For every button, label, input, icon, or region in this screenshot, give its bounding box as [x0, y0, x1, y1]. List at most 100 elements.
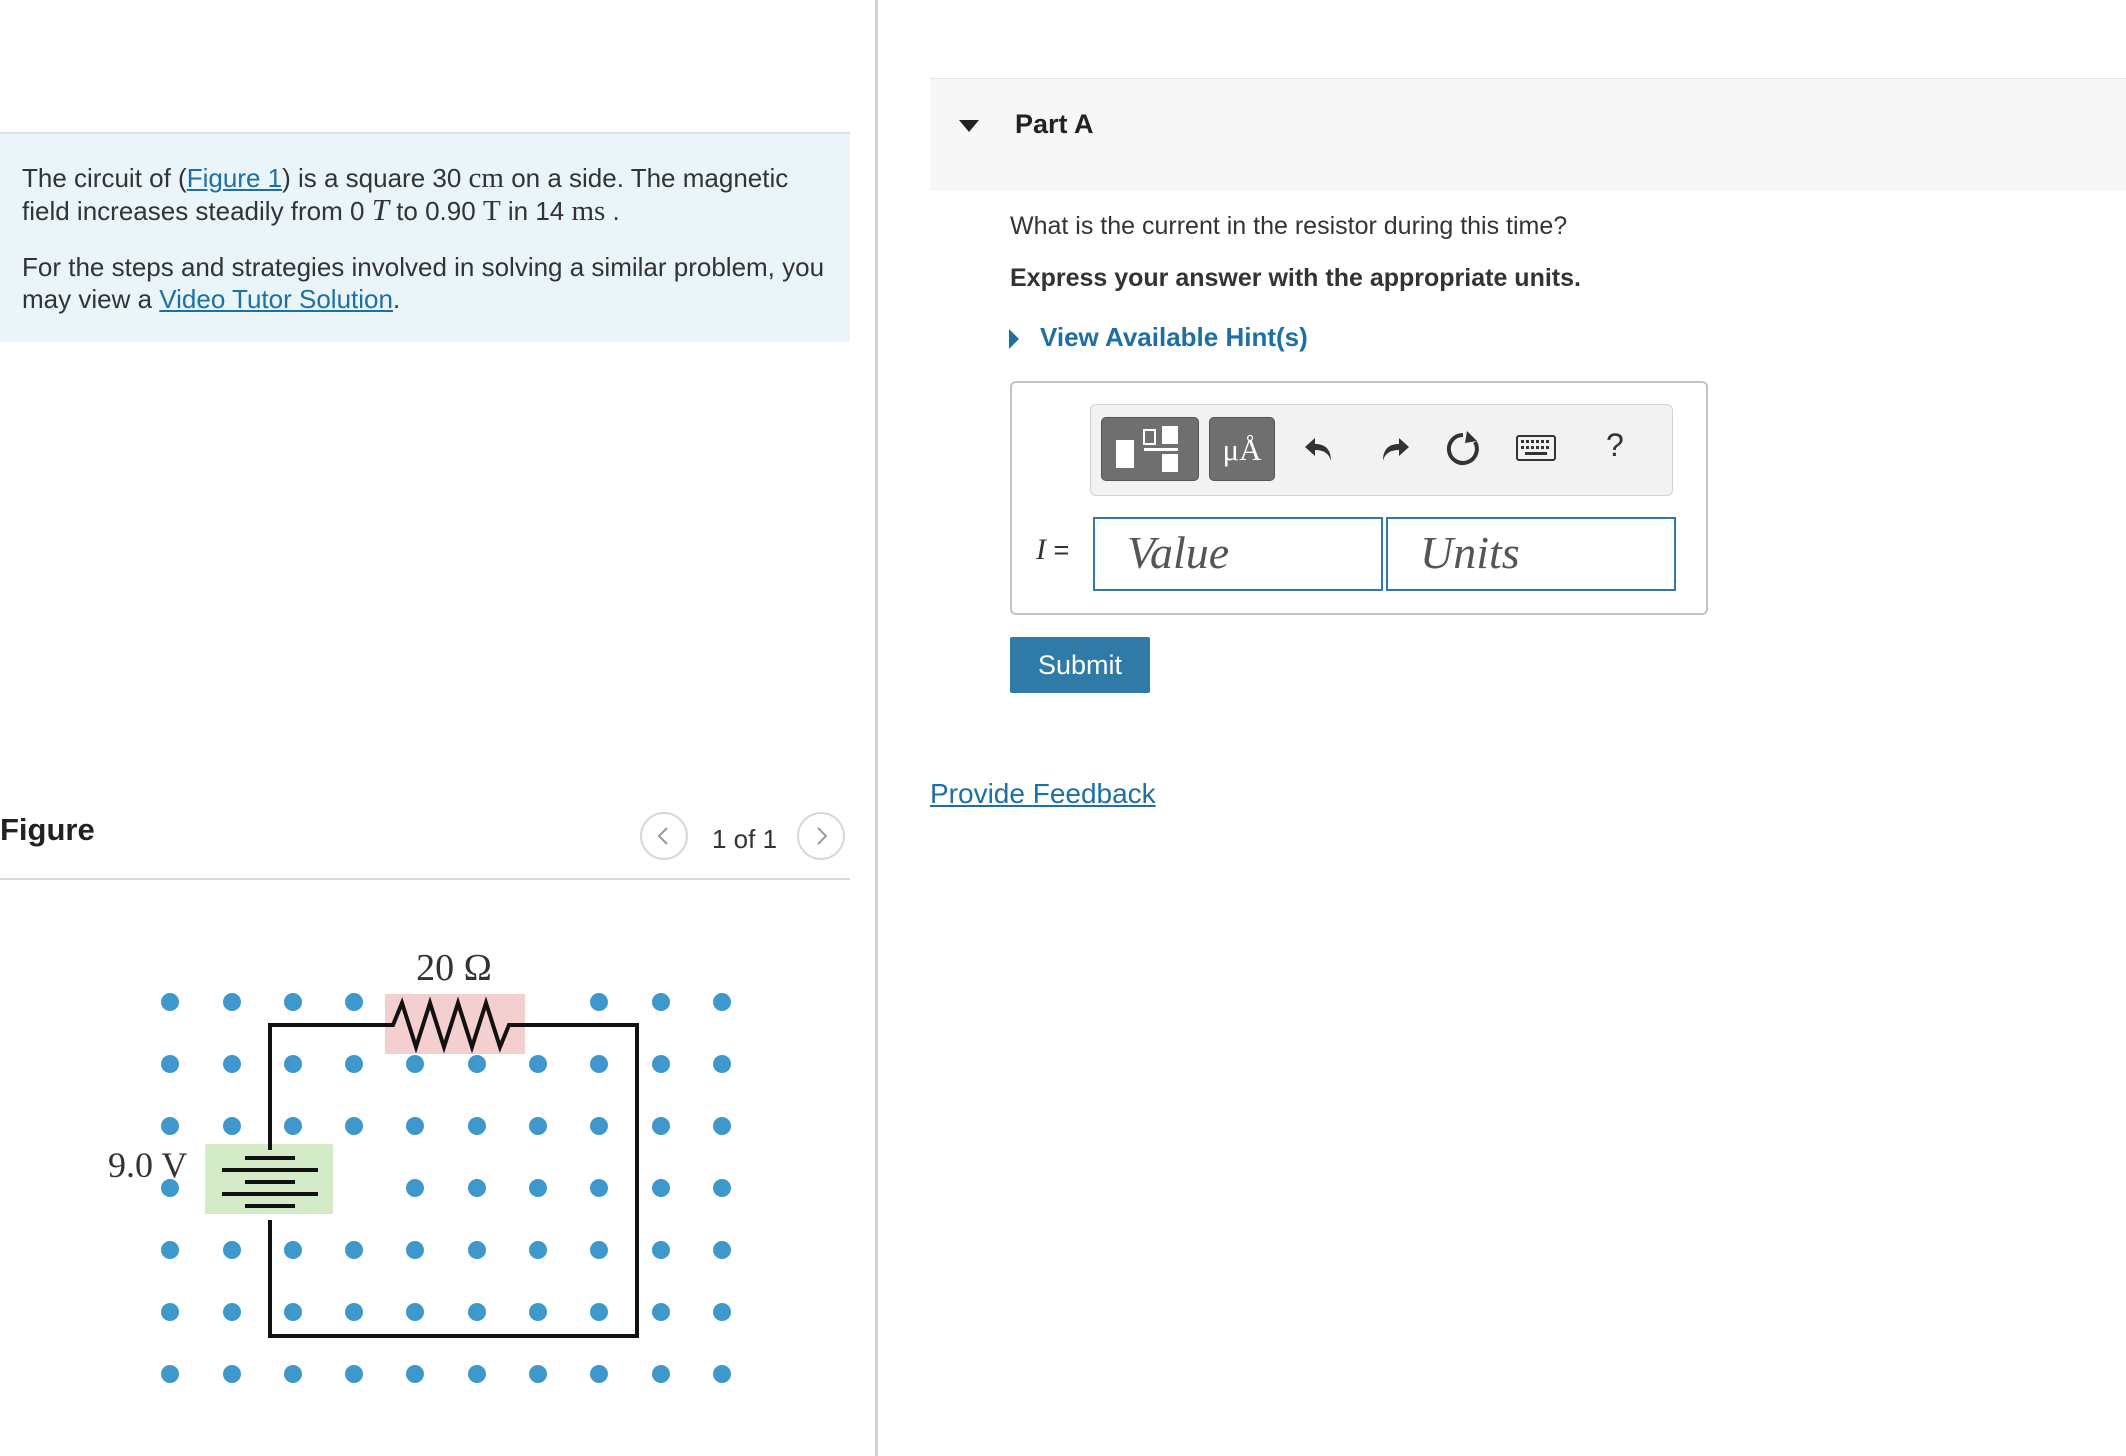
unit-tesla-italic: T	[371, 192, 389, 227]
field-dot	[284, 993, 302, 1011]
redo-icon[interactable]	[1373, 429, 1413, 469]
field-dot	[529, 1365, 547, 1383]
field-dot	[590, 1117, 608, 1135]
problem-paragraph-1: The circuit of (Figure 1) is a square 30…	[22, 162, 832, 227]
hint-label: View Available Hint(s)	[1040, 322, 1308, 352]
templates-button[interactable]	[1101, 417, 1199, 481]
field-dot	[468, 1303, 486, 1321]
field-dot	[284, 1055, 302, 1073]
field-dot	[345, 1117, 363, 1135]
battery-highlight	[205, 1144, 333, 1214]
field-dot	[652, 993, 670, 1011]
field-dot	[652, 1365, 670, 1383]
resistor-highlight	[385, 994, 525, 1054]
next-figure-button[interactable]	[797, 812, 845, 860]
problem-text-segment: For the steps and strategies involved in…	[22, 252, 825, 314]
field-dot	[652, 1055, 670, 1073]
field-dot	[223, 1365, 241, 1383]
panel-divider	[875, 0, 878, 1456]
part-title: Part A	[1015, 109, 1094, 139]
units-input[interactable]: Units	[1386, 517, 1676, 591]
field-dot	[590, 1365, 608, 1383]
field-dot	[284, 1365, 302, 1383]
problem-text-segment: to 0.90	[388, 196, 483, 226]
problem-text-segment: The circuit of (	[22, 163, 187, 193]
provide-feedback-link[interactable]: Provide Feedback	[930, 778, 1156, 810]
field-dot	[161, 993, 179, 1011]
field-dot	[406, 1303, 424, 1321]
field-dot	[713, 1055, 731, 1073]
video-tutor-link[interactable]: Video Tutor Solution	[159, 284, 393, 314]
caret-right-icon	[1009, 329, 1019, 350]
problem-text-segment: .	[605, 196, 620, 226]
field-dot	[529, 1117, 547, 1135]
field-dot	[713, 1117, 731, 1135]
undo-icon[interactable]	[1301, 429, 1341, 469]
field-dot	[345, 993, 363, 1011]
units-button[interactable]: μÅ	[1209, 417, 1275, 481]
field-dot	[468, 1179, 486, 1197]
field-dot	[406, 1055, 424, 1073]
field-dot	[652, 1179, 670, 1197]
field-dot	[345, 1303, 363, 1321]
field-dot	[529, 1055, 547, 1073]
previous-figure-button[interactable]	[640, 812, 688, 860]
figure-title: Figure	[0, 812, 95, 847]
circuit-figure: 20 Ω 9.0 V	[108, 947, 731, 1383]
field-dot	[529, 1179, 547, 1197]
question-text: What is the current in the resistor duri…	[1010, 212, 1568, 240]
battery-label: 9.0 V	[108, 1145, 187, 1185]
problem-statement: The circuit of (Figure 1) is a square 30…	[0, 132, 850, 342]
field-dot	[652, 1241, 670, 1259]
field-dot	[713, 1365, 731, 1383]
field-dot	[590, 1179, 608, 1197]
unit-tesla: T	[482, 195, 501, 227]
field-dot	[284, 1117, 302, 1135]
field-dot	[223, 993, 241, 1011]
field-dot	[652, 1117, 670, 1135]
field-dot	[161, 1241, 179, 1259]
variable-label: I =	[1036, 533, 1069, 567]
unit-cm: cm	[468, 162, 504, 194]
problem-paragraph-2: For the steps and strategies involved in…	[22, 251, 832, 315]
field-dot	[223, 1241, 241, 1259]
field-dot	[713, 1303, 731, 1321]
field-dot	[713, 1179, 731, 1197]
field-dot	[590, 1241, 608, 1259]
answer-box: μÅ ? I = Value Units	[1010, 381, 1708, 615]
caret-down-icon	[959, 120, 979, 132]
keyboard-icon[interactable]	[1516, 435, 1556, 461]
unit-ms: ms	[571, 195, 606, 227]
field-dot	[345, 1055, 363, 1073]
field-dot	[529, 1303, 547, 1321]
submit-button[interactable]: Submit	[1010, 637, 1150, 693]
math-toolbar: μÅ ?	[1090, 404, 1673, 496]
field-dot	[406, 1179, 424, 1197]
field-dot	[223, 1117, 241, 1135]
field-dot	[468, 1117, 486, 1135]
field-dot	[161, 1055, 179, 1073]
problem-text-segment: .	[392, 284, 401, 314]
help-button[interactable]: ?	[1606, 427, 1624, 464]
part-a-header[interactable]: Part A	[930, 78, 2126, 191]
reset-icon[interactable]	[1443, 429, 1483, 469]
field-dot	[406, 1241, 424, 1259]
variable-symbol: I	[1036, 533, 1046, 566]
problem-text-segment: in 14	[500, 196, 572, 226]
field-dot	[468, 1241, 486, 1259]
field-dot	[345, 1241, 363, 1259]
field-dot	[652, 1303, 670, 1321]
instruction-text: Express your answer with the appropriate…	[1010, 264, 1581, 292]
view-hints-toggle[interactable]: View Available Hint(s)	[1008, 322, 1308, 353]
field-dot	[590, 1303, 608, 1321]
field-dot	[590, 1055, 608, 1073]
figure-counter: 1 of 1	[712, 824, 778, 854]
field-dot	[468, 1365, 486, 1383]
value-input[interactable]: Value	[1093, 517, 1383, 591]
chevron-right-icon	[817, 827, 828, 845]
field-dot	[223, 1303, 241, 1321]
figure-link[interactable]: Figure 1	[187, 163, 282, 193]
field-dot	[161, 1365, 179, 1383]
chevron-left-icon	[657, 827, 668, 845]
field-dot	[590, 993, 608, 1011]
